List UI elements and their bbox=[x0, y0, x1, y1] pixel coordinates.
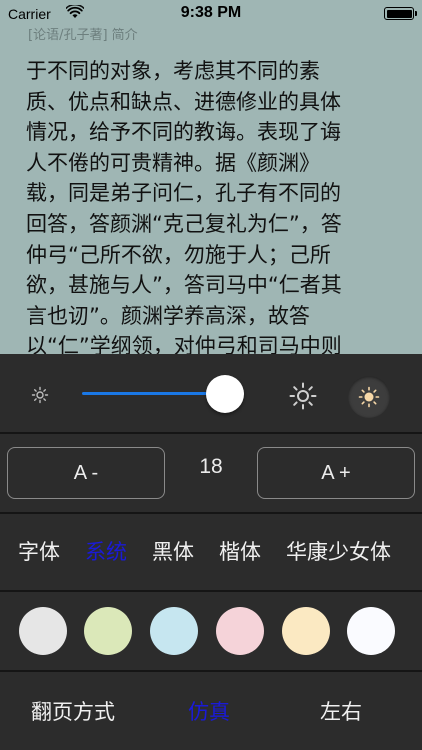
text-line: 情况，给予不同的教诲。表现了诲 bbox=[26, 120, 341, 145]
night-mode-button[interactable] bbox=[348, 376, 390, 418]
bg-color-white-swatch[interactable] bbox=[347, 607, 395, 655]
page-turn-label: 翻页方式 bbox=[31, 700, 115, 724]
divider bbox=[0, 590, 422, 592]
font-option-heiti[interactable]: 黑体 bbox=[152, 536, 194, 566]
bg-color-green-swatch[interactable] bbox=[84, 607, 132, 655]
divider bbox=[0, 670, 422, 672]
sun-large-icon bbox=[289, 382, 317, 410]
text-line: 欲，甚施与人”，答司马中“仁者其 bbox=[26, 273, 342, 298]
bg-color-gray-swatch[interactable] bbox=[19, 607, 67, 655]
font-label: 字体 bbox=[18, 540, 60, 564]
font-decrease-button[interactable]: A - bbox=[7, 447, 165, 499]
text-line: 载，同是弟子问仁，孔子有不同的 bbox=[26, 181, 341, 206]
text-line: 质、优点和缺点、进德修业的具体 bbox=[26, 89, 341, 114]
page-turn-simulated[interactable]: 仿真 bbox=[188, 696, 230, 726]
font-option-system[interactable]: 系统 bbox=[85, 536, 127, 566]
sun-warm-icon bbox=[358, 386, 380, 408]
clock: 9:38 PM bbox=[180, 4, 242, 21]
bg-color-yellow-swatch[interactable] bbox=[282, 607, 330, 655]
text-line: 于不同的对象，考虑其不同的素 bbox=[26, 59, 320, 83]
reading-area[interactable]: Carrier 9:38 PM [论语/孔子著] 简介 于不同的对象，考虑其不同… bbox=[0, 0, 422, 354]
book-text: 于不同的对象，考虑其不同的素 质、优点和缺点、进德修业的具体 情况，给予不同的教… bbox=[26, 56, 406, 354]
bg-color-pink-swatch[interactable] bbox=[216, 607, 264, 655]
battery-icon bbox=[384, 7, 417, 20]
page-turn-left-right[interactable]: 左右 bbox=[320, 696, 362, 726]
font-increase-button[interactable]: A + bbox=[257, 447, 415, 499]
font-option-huakang[interactable]: 华康少女体 bbox=[286, 536, 391, 566]
brightness-slider-fill[interactable] bbox=[82, 392, 225, 395]
font-option-kaiti[interactable]: 楷体 bbox=[219, 536, 261, 566]
text-line: 仲弓“己所不欲，勿施于人；己所 bbox=[26, 242, 331, 267]
book-header: [论语/孔子著] 简介 bbox=[28, 28, 138, 43]
bg-color-blue-swatch[interactable] bbox=[150, 607, 198, 655]
text-line: 回答，答颜渊“克己复礼为仁”，答 bbox=[26, 211, 342, 236]
divider bbox=[0, 512, 422, 514]
brightness-slider-knob[interactable] bbox=[205, 375, 244, 413]
divider bbox=[0, 432, 422, 434]
text-line: 以“仁”学纲领，对仲弓和司马中则 bbox=[26, 334, 342, 354]
text-line: 人不倦的可贵精神。据《颜渊》 bbox=[26, 150, 320, 175]
font-size-value: 18 bbox=[199, 455, 223, 478]
sun-small-icon bbox=[31, 386, 49, 404]
text-line: 言也讱”。颜渊学养高深，故答 bbox=[26, 303, 310, 328]
